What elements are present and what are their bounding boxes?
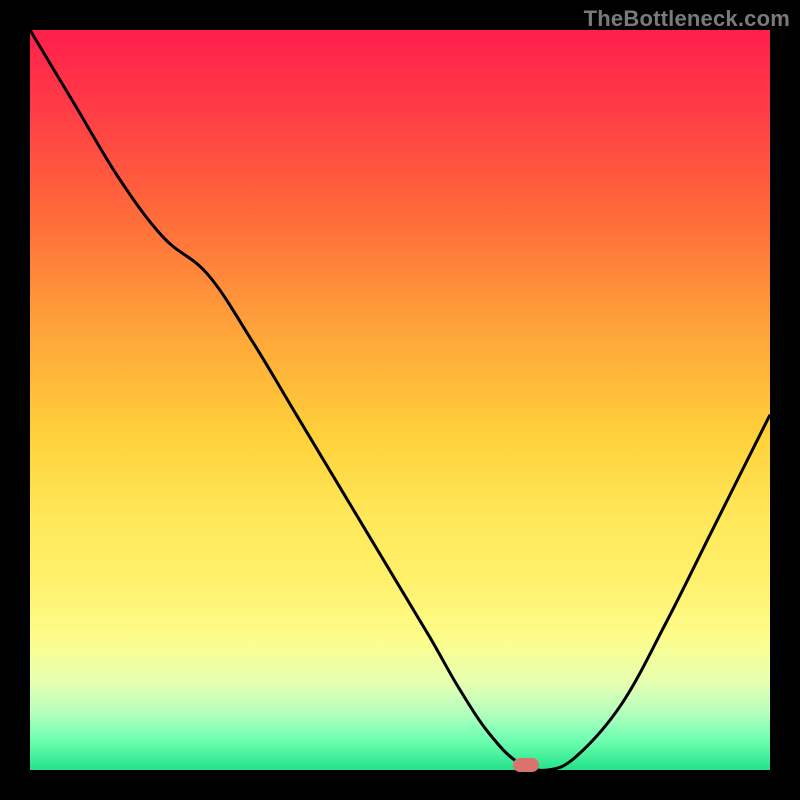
chart-canvas: TheBottleneck.com [0, 0, 800, 800]
curve-path [30, 30, 770, 770]
bottleneck-curve [30, 30, 770, 770]
watermark-label: TheBottleneck.com [584, 6, 790, 32]
optimum-marker [513, 758, 539, 772]
plot-area [30, 30, 770, 770]
